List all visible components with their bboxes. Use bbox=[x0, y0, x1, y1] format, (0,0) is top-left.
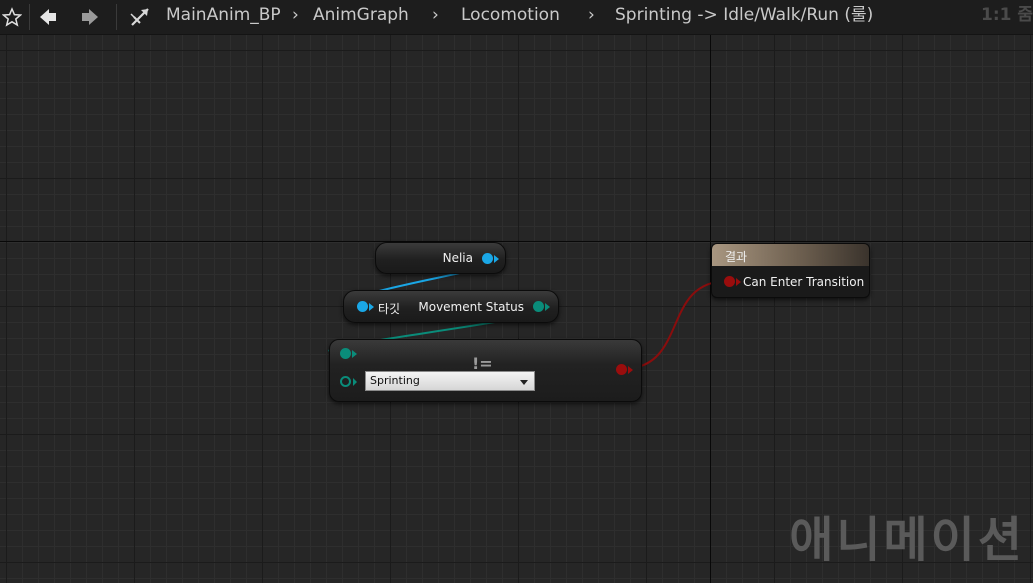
forward-button[interactable] bbox=[80, 0, 104, 34]
nelia-output-pin[interactable] bbox=[482, 253, 493, 264]
target-input-label: 타깃 bbox=[378, 302, 401, 316]
toolbar-divider bbox=[116, 4, 117, 30]
back-arrow-icon bbox=[40, 9, 56, 25]
nelia-variable-node[interactable]: Nelia bbox=[375, 242, 506, 274]
breadcrumb-bar: MainAnim_BP › AnimGraph › Locomotion › S… bbox=[0, 0, 1033, 35]
movement-status-output-pin-arrow bbox=[545, 303, 550, 311]
compare-a-input-pin-arrow bbox=[352, 350, 357, 358]
enum-value-dropdown[interactable]: Sprinting bbox=[365, 371, 535, 391]
result-node-title: 결과 bbox=[725, 250, 748, 264]
movement-status-output-pin[interactable] bbox=[533, 301, 544, 312]
breadcrumb-separator-icon: › bbox=[292, 5, 299, 25]
nelia-output-label: Nelia bbox=[442, 251, 473, 265]
result-node-header: 결과 bbox=[712, 244, 869, 266]
breadcrumb-separator-icon: › bbox=[588, 5, 595, 25]
target-input-pin-arrow bbox=[369, 303, 374, 311]
compare-b-input-pin[interactable] bbox=[340, 376, 351, 387]
target-input-pin[interactable] bbox=[357, 301, 368, 312]
chevron-down-icon bbox=[520, 380, 528, 385]
result-node[interactable]: 결과 Can Enter Transition bbox=[711, 243, 870, 298]
graph-type-watermark: 애니메이션 bbox=[789, 512, 1025, 568]
movement-status-output-label: Movement Status bbox=[418, 300, 524, 314]
can-enter-transition-pin-arrow bbox=[736, 278, 741, 286]
transition-rule-button[interactable] bbox=[128, 0, 154, 34]
can-enter-transition-label: Can Enter Transition bbox=[743, 275, 865, 289]
star-icon bbox=[2, 7, 22, 27]
back-button[interactable] bbox=[38, 0, 62, 34]
nelia-output-pin-arrow bbox=[494, 255, 499, 263]
enum-value-text: Sprinting bbox=[370, 374, 420, 387]
transition-rule-icon bbox=[130, 8, 149, 26]
compare-output-pin-arrow bbox=[628, 366, 633, 374]
breadcrumb-item-locomotion[interactable]: Locomotion bbox=[461, 4, 560, 26]
favorite-button[interactable] bbox=[2, 0, 24, 34]
toolbar-divider bbox=[29, 4, 30, 30]
compare-b-input-pin-arrow bbox=[353, 378, 357, 386]
compare-a-input-pin[interactable] bbox=[340, 348, 351, 359]
graph-canvas[interactable]: Nelia 타깃 Movement Status != Sprinting 결과… bbox=[0, 0, 1033, 583]
compare-output-pin[interactable] bbox=[616, 364, 627, 375]
movement-status-node[interactable]: 타깃 Movement Status bbox=[343, 290, 559, 323]
zoom-level: 1:1 줌 bbox=[980, 5, 1033, 25]
breadcrumb-item-current-rule: Sprinting -> Idle/Walk/Run (룰) bbox=[615, 5, 874, 25]
breadcrumb-item-mainanim[interactable]: MainAnim_BP bbox=[166, 4, 281, 26]
breadcrumb-separator-icon: › bbox=[432, 5, 439, 25]
can-enter-transition-pin[interactable] bbox=[724, 276, 735, 287]
forward-arrow-icon bbox=[82, 9, 98, 25]
breadcrumb-item-animgraph[interactable]: AnimGraph bbox=[313, 4, 409, 26]
